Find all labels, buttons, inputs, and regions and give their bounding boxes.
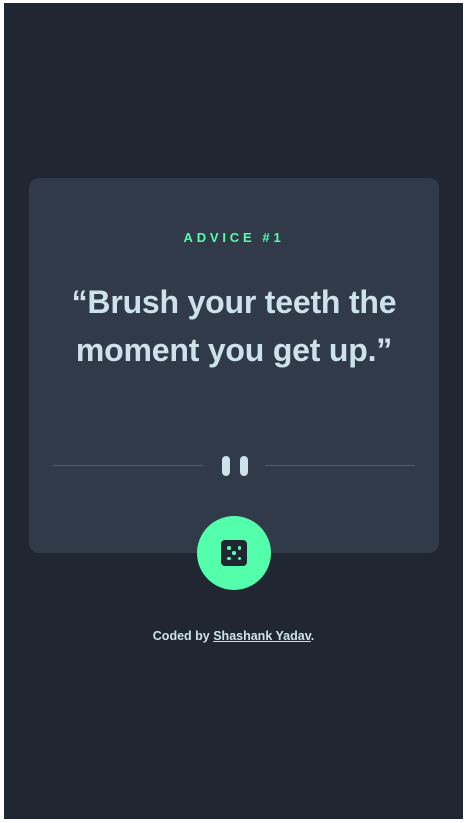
app-background: ADVICE #1 “Brush your teeth the moment yo… (4, 3, 463, 819)
advice-quote: “Brush your teeth the moment you get up.… (71, 284, 397, 368)
advice-label: ADVICE (183, 230, 256, 245)
pause-icon (222, 456, 248, 476)
divider (53, 455, 415, 477)
advice-number: #1 (262, 230, 285, 245)
advice-card: ADVICE #1 “Brush your teeth the moment yo… (29, 178, 439, 553)
new-advice-button[interactable] (197, 516, 271, 590)
attribution: Coded by Shashank Yadav. (4, 629, 463, 643)
advice-id: ADVICE #1 (29, 230, 439, 245)
divider-line-right (265, 465, 415, 466)
author-link[interactable]: Shashank Yadav (213, 629, 311, 643)
attribution-prefix: Coded by (152, 629, 210, 643)
divider-line-left (53, 465, 203, 466)
dice-icon (221, 540, 247, 566)
attribution-suffix: . (310, 629, 315, 643)
